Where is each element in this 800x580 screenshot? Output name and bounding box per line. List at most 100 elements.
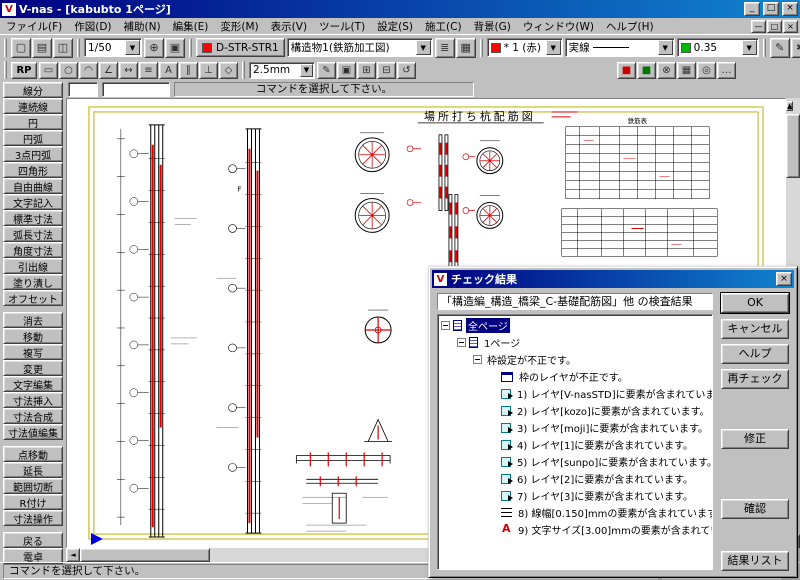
- tree-item-label[interactable]: 8) 線幅[0.150]mmの要素が含まれています。: [516, 505, 713, 520]
- snap-target-icon[interactable]: ◎: [697, 62, 716, 79]
- sidebar-tool-button[interactable]: 移動: [3, 328, 63, 344]
- perpendicular-tool-icon[interactable]: ⊥: [199, 62, 218, 79]
- hatch-tool-icon[interactable]: ≡: [139, 62, 158, 79]
- text-size-combo[interactable]: 2.5mm ▼: [249, 62, 315, 79]
- pen-style-icon[interactable]: ✎: [770, 38, 790, 58]
- result-list-button[interactable]: 結果リスト: [721, 551, 789, 571]
- command-field-small[interactable]: [68, 82, 98, 97]
- tree-item[interactable]: 1) レイヤ[V-nasSTD]に要素が含まれています。: [438, 385, 712, 402]
- undo-icon[interactable]: ↺: [397, 62, 416, 79]
- tree-item[interactable]: 6) レイヤ[2]に要素が含まれています。: [438, 470, 712, 487]
- dialog-title-bar[interactable]: V チェック結果 ×: [432, 270, 794, 288]
- sidebar-tool-button[interactable]: 寸法合成: [3, 408, 63, 424]
- tree-item-label[interactable]: 1ページ: [482, 335, 522, 350]
- help-button[interactable]: ヘルプ: [721, 344, 789, 364]
- horizontal-scroll-thumb[interactable]: [80, 548, 210, 562]
- dimension-tool-icon[interactable]: ↔: [119, 62, 138, 79]
- cancel-button[interactable]: キャンセル: [721, 319, 789, 339]
- display-settings-icon[interactable]: ✱: [791, 38, 800, 58]
- tree-item[interactable]: 4) レイヤ[1]に要素が含まれています。: [438, 436, 712, 453]
- red-marker-icon[interactable]: ■: [617, 62, 636, 79]
- check-results-tree[interactable]: 全ページ 1ページ 枠設定が不正です。 枠のレイヤが不正です。: [437, 314, 713, 570]
- toolbar-grip[interactable]: [763, 39, 766, 57]
- tree-item[interactable]: 7) レイヤ[3]に要素が含まれています。: [438, 487, 712, 504]
- measure-icon[interactable]: ⊗: [657, 62, 676, 79]
- chevron-down-icon[interactable]: ▼: [125, 40, 140, 55]
- fill-style-icon[interactable]: ▣: [337, 62, 356, 79]
- sidebar-tool-button[interactable]: 角度寸法: [3, 242, 63, 258]
- open-file-icon[interactable]: ▤: [32, 38, 52, 58]
- chevron-down-icon[interactable]: ▼: [658, 40, 673, 55]
- green-marker-icon[interactable]: ■: [637, 62, 656, 79]
- command-field-large[interactable]: [102, 82, 170, 97]
- menu-item[interactable]: ウィンドウ(W): [517, 18, 600, 35]
- sidebar-tool-button[interactable]: R付け: [3, 494, 63, 510]
- zoom-in-icon[interactable]: ⊕: [144, 38, 164, 58]
- sidebar-tool-button[interactable]: 変更: [3, 360, 63, 376]
- pen-icon[interactable]: ✎: [317, 62, 336, 79]
- sidebar-tool-button[interactable]: 寸法操作: [3, 510, 63, 526]
- sidebar-tool-button[interactable]: 標準寸法: [3, 210, 63, 226]
- toolbar-grip[interactable]: [4, 61, 7, 79]
- sidebar-tool-button[interactable]: 文字記入: [3, 194, 63, 210]
- recheck-button[interactable]: 再チェック: [721, 369, 789, 389]
- tree-item[interactable]: 2) レイヤ[kozo]に要素が含まれています。: [438, 402, 712, 419]
- sidebar-tool-button[interactable]: 線分: [3, 82, 63, 98]
- tree-expand-toggle[interactable]: [457, 338, 466, 347]
- toolbar-grip[interactable]: [480, 39, 483, 57]
- chevron-down-icon[interactable]: ▼: [742, 40, 757, 55]
- tree-item[interactable]: 全ページ: [438, 317, 712, 334]
- menu-item[interactable]: 変形(M): [214, 18, 264, 35]
- sidebar-tool-button[interactable]: 点移動: [3, 446, 63, 462]
- tree-item-label[interactable]: 9) 文字サイズ[3.00]mmの要素が含まれています。: [516, 522, 713, 537]
- menu-item[interactable]: 補助(N): [118, 18, 167, 35]
- sidebar-tool-button[interactable]: 複写: [3, 344, 63, 360]
- layer-list-icon[interactable]: ≣: [435, 38, 455, 58]
- fix-button[interactable]: 修正: [721, 429, 789, 449]
- zoom-minus-icon[interactable]: ⊟: [377, 62, 396, 79]
- sidebar-tool-button[interactable]: 弧長寸法: [3, 226, 63, 242]
- tree-item[interactable]: 5) レイヤ[sunpo]に要素が含まれています。: [438, 453, 712, 470]
- menu-item[interactable]: ヘルプ(H): [600, 18, 660, 35]
- tree-item[interactable]: 8) 線幅[0.150]mmの要素が含まれています。: [438, 504, 712, 521]
- parallel-tool-icon[interactable]: ∥: [179, 62, 198, 79]
- tree-item-label[interactable]: 7) レイヤ[3]に要素が含まれています。: [515, 488, 695, 503]
- menu-item[interactable]: ファイル(F): [0, 18, 68, 35]
- tree-item-label[interactable]: 枠設定が不正です。: [485, 352, 578, 367]
- mdi-restore-button[interactable]: □: [767, 20, 782, 33]
- menu-item[interactable]: ツール(T): [313, 18, 371, 35]
- scale-combo[interactable]: 1/50 ▼: [84, 38, 142, 57]
- mdi-close-button[interactable]: ×: [783, 20, 798, 33]
- sidebar-tool-button[interactable]: 消去: [3, 312, 63, 328]
- tree-item-label[interactable]: 枠のレイヤが不正です。: [517, 369, 630, 384]
- sidebar-tool-button[interactable]: 円弧: [3, 130, 63, 146]
- toolbar-grip[interactable]: [189, 39, 192, 57]
- scroll-up-icon[interactable]: ▲: [786, 101, 793, 111]
- sidebar-tool-button[interactable]: 連続線: [3, 98, 63, 114]
- sidebar-tool-button[interactable]: 延長: [3, 462, 63, 478]
- tree-item[interactable]: 9) 文字サイズ[3.00]mmの要素が含まれています。: [438, 521, 712, 538]
- linewidth-combo[interactable]: 0.35 ▼: [677, 38, 759, 57]
- sidebar-tool-button[interactable]: 文字編集: [3, 376, 63, 392]
- text-tool-icon[interactable]: A: [159, 62, 178, 79]
- current-layer-display[interactable]: D-STR-STR1: [196, 38, 285, 57]
- tree-expand-toggle[interactable]: [473, 355, 482, 364]
- sidebar-tool-button[interactable]: 寸法値編集: [3, 424, 63, 440]
- confirm-button[interactable]: 確認: [721, 499, 789, 519]
- tree-expand-toggle[interactable]: [441, 321, 450, 330]
- ok-button[interactable]: OK: [721, 293, 789, 313]
- polygon-tool-icon[interactable]: ◇: [219, 62, 238, 79]
- sidebar-tool-button[interactable]: 戻る: [3, 532, 63, 548]
- mdi-minimize-button[interactable]: —: [751, 20, 766, 33]
- tree-item-label[interactable]: 3) レイヤ[moji]に要素が含まれています。: [515, 420, 710, 435]
- tree-item-label[interactable]: 5) レイヤ[sunpo]に要素が含まれています。: [515, 454, 713, 469]
- chevron-down-icon[interactable]: ▼: [416, 40, 431, 55]
- chevron-down-icon[interactable]: ▼: [300, 64, 313, 77]
- tree-item[interactable]: 3) レイヤ[moji]に要素が含まれています。: [438, 419, 712, 436]
- sidebar-tool-button[interactable]: 円: [3, 114, 63, 130]
- scroll-left-icon[interactable]: ◄: [66, 548, 80, 562]
- sidebar-tool-button[interactable]: 範囲切断: [3, 478, 63, 494]
- sidebar-tool-button[interactable]: オフセット: [3, 290, 63, 306]
- sidebar-tool-button[interactable]: 自由曲線: [3, 178, 63, 194]
- menu-item[interactable]: 設定(S): [371, 18, 419, 35]
